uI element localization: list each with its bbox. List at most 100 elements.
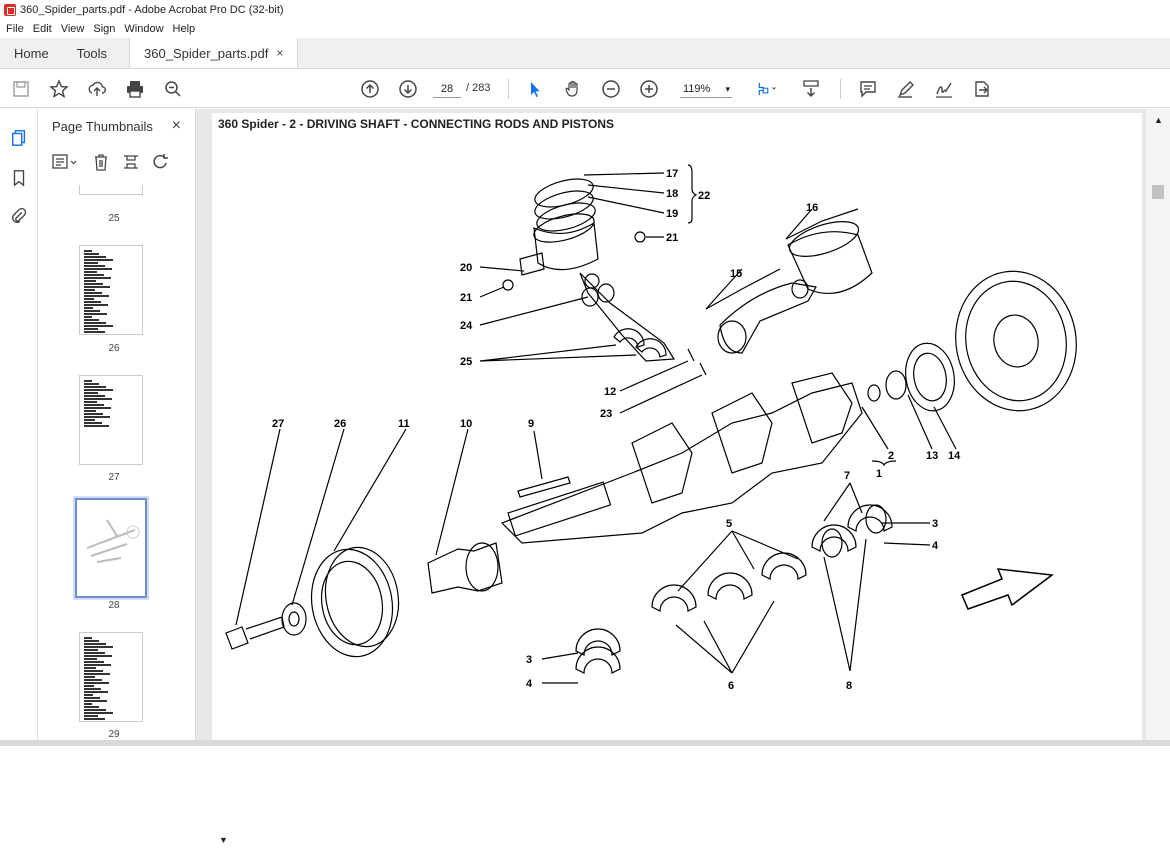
tab-home[interactable]: Home	[0, 38, 63, 68]
thumbnail-page[interactable]	[79, 375, 143, 465]
callout-label: 1	[876, 468, 882, 480]
page-thumbnails-icon[interactable]	[8, 127, 30, 149]
thumbnail-label: 28	[108, 600, 120, 611]
bottom-scrollbar[interactable]	[0, 740, 1170, 746]
thumbnail-text-line	[84, 416, 110, 418]
thumbnail-text-line	[84, 392, 98, 394]
hand-tool-icon[interactable]	[562, 78, 584, 100]
thumbnail-text-line	[84, 425, 109, 427]
thumbnail-text-line	[84, 395, 105, 397]
thumbnail-page[interactable]	[79, 632, 143, 722]
menu-file[interactable]: File	[6, 23, 24, 35]
page-number-input[interactable]: 28	[433, 80, 461, 98]
share-tool-icon[interactable]	[971, 78, 993, 100]
bookmark-icon[interactable]	[8, 167, 30, 189]
tab-tools[interactable]: Tools	[63, 38, 121, 68]
menu-window[interactable]: Window	[124, 23, 163, 35]
save-icon[interactable]	[10, 78, 32, 100]
thumbnail-text-line	[84, 410, 96, 412]
thumbnail-text-line	[84, 380, 92, 382]
zoom-in-icon[interactable]	[638, 78, 660, 100]
callout-label: 23	[600, 408, 612, 420]
chevron-down-icon: ▾	[725, 84, 730, 94]
thumbnail-text-line	[84, 712, 113, 714]
delete-page-icon[interactable]	[92, 153, 110, 174]
tab-document[interactable]: 360_Spider_parts.pdf ×	[129, 38, 299, 68]
thumbnail-text-line	[84, 277, 111, 279]
thumbnail-text-line	[84, 422, 102, 424]
thumbnail-content	[84, 250, 114, 334]
callout-label: 7	[844, 470, 850, 482]
callout-label: 12	[604, 386, 616, 398]
thumbnail-text-line	[84, 256, 106, 258]
thumbnail-text-line	[84, 688, 101, 690]
menu-sign[interactable]: Sign	[93, 23, 115, 35]
star-icon[interactable]	[48, 78, 70, 100]
close-icon[interactable]: ×	[172, 117, 181, 135]
thumbnail-text-line	[84, 404, 104, 406]
thumbnail-text-line	[84, 313, 107, 315]
menu-edit[interactable]: Edit	[33, 23, 52, 35]
thumbnail-diagram	[86, 519, 140, 563]
thumbnail-text-line	[84, 328, 98, 330]
next-page-icon[interactable]	[397, 78, 419, 100]
thumbnail-text-line	[84, 664, 111, 666]
thumbnail-text-line	[84, 280, 96, 282]
callout-label: 21	[460, 292, 472, 304]
thumbnail-page-selected[interactable]	[75, 498, 147, 598]
menu-help[interactable]: Help	[173, 23, 196, 35]
zoom-search-icon[interactable]	[162, 78, 184, 100]
panel-title: Page Thumbnails	[52, 119, 153, 134]
sign-icon[interactable]	[933, 78, 955, 100]
callout-label: 2	[888, 450, 894, 462]
page-thumbnails-panel: Page Thumbnails × 25 26 27 28 29 ▼	[38, 109, 229, 845]
callout-label: 26	[334, 418, 346, 430]
zoom-level-select[interactable]: 119% ▾	[680, 80, 732, 98]
thumbnail-text-line	[84, 250, 92, 252]
thumbnail-text-line	[84, 703, 92, 705]
thumbnail-text-line	[84, 301, 101, 303]
thumbnail-text-line	[84, 283, 103, 285]
thumbnail-text-line	[84, 383, 99, 385]
thumbnail-text-line	[84, 682, 109, 684]
thumbnail-text-line	[84, 325, 113, 327]
menu-view[interactable]: View	[61, 23, 85, 35]
tab-close-icon[interactable]: ×	[276, 46, 283, 60]
callout-label: 10	[460, 418, 472, 430]
left-navigation-rail	[0, 109, 38, 746]
thumbnail-text-line	[84, 259, 113, 261]
thumbnail-text-line	[84, 253, 99, 255]
callout-label: 4	[526, 678, 533, 690]
attachment-icon[interactable]	[8, 205, 30, 227]
thumbnail-label: 27	[108, 472, 120, 483]
fit-page-icon[interactable]	[752, 78, 782, 100]
document-viewport[interactable]: 360 Spider - 2 - DRIVING SHAFT - CONNECT…	[196, 109, 1170, 746]
tab-document-label: 360_Spider_parts.pdf	[144, 45, 269, 61]
thumbnail-text-line	[84, 679, 102, 681]
extract-page-icon[interactable]	[122, 153, 140, 174]
scroll-mode-icon[interactable]	[800, 78, 822, 100]
rotate-page-icon[interactable]	[152, 153, 170, 174]
page-total: / 283	[466, 82, 491, 94]
scrollbar-thumb[interactable]	[1152, 185, 1164, 199]
previous-page-icon[interactable]	[359, 78, 381, 100]
thumbnail-text-line	[84, 691, 108, 693]
comment-icon[interactable]	[857, 78, 879, 100]
print-icon[interactable]	[124, 78, 146, 100]
scroll-up-icon[interactable]: ▲	[1154, 115, 1163, 125]
highlight-pen-icon[interactable]	[895, 78, 917, 100]
select-cursor-icon[interactable]	[524, 78, 546, 100]
thumbnail-page[interactable]	[79, 185, 143, 195]
thumbnail-text-line	[84, 643, 106, 645]
thumbnail-page[interactable]	[79, 245, 143, 335]
document-scrollbar[interactable]: ▲	[1146, 109, 1170, 746]
tab-bar: Home Tools 360_Spider_parts.pdf ×	[0, 38, 1170, 69]
callout-label: 13	[926, 450, 938, 462]
scroll-down-icon[interactable]: ▼	[219, 835, 228, 845]
thumbnail-text-line	[84, 265, 105, 267]
cloud-upload-icon[interactable]	[86, 78, 108, 100]
thumbnail-text-line	[84, 286, 110, 288]
thumbnail-options-icon[interactable]	[52, 153, 80, 174]
zoom-out-icon[interactable]	[600, 78, 622, 100]
thumbnail-text-line	[84, 319, 99, 321]
